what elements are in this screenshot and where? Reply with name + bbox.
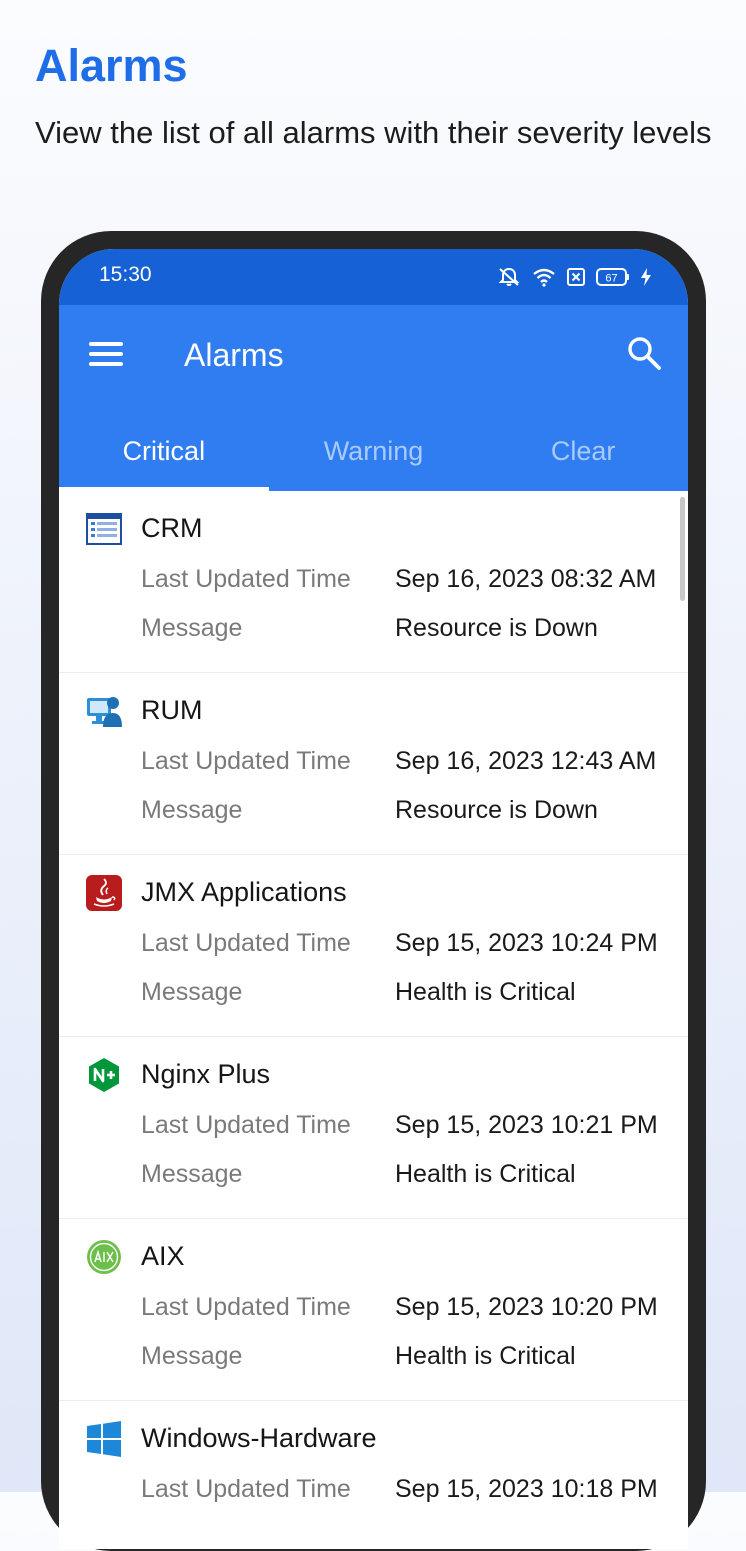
java-icon (86, 875, 122, 911)
last-updated-value: Sep 15, 2023 10:18 PM (395, 1475, 658, 1503)
message-label: Message (141, 614, 243, 642)
status-time: 15:30 (99, 263, 152, 286)
hamburger-menu-icon[interactable] (89, 340, 125, 370)
status-icons: 67 (496, 265, 652, 289)
battery-level: 67 (605, 273, 617, 285)
mute-icon (498, 267, 520, 286)
message-label: Message (141, 1342, 243, 1370)
sim-icon (567, 268, 585, 286)
message-label: Message (141, 796, 243, 824)
alarm-name: Nginx Plus (141, 1059, 271, 1089)
tab-critical[interactable]: Critical (59, 427, 269, 491)
alarm-name: RUM (141, 695, 203, 725)
app-bar: Alarms Critical Warning Clear (59, 305, 688, 491)
phone-screen: 15:30 67 Alarms Critical Warning Clear C… (59, 249, 688, 1549)
wifi-icon (533, 268, 555, 287)
message-value: Health is Critical (395, 1342, 576, 1370)
phone-frame: 15:30 67 Alarms Critical Warning Clear C… (41, 231, 706, 1551)
crm-icon (86, 513, 122, 545)
last-updated-label: Last Updated Time (141, 747, 351, 775)
last-updated-label: Last Updated Time (141, 1293, 351, 1321)
battery-icon: 67 (596, 268, 629, 286)
last-updated-value: Sep 16, 2023 08:32 AM (395, 565, 657, 593)
message-label: Message (141, 1160, 243, 1188)
last-updated-label: Last Updated Time (141, 565, 351, 593)
alarm-name: AIX (141, 1241, 185, 1271)
tab-warning[interactable]: Warning (269, 427, 479, 491)
search-icon[interactable] (626, 335, 662, 371)
last-updated-value: Sep 16, 2023 12:43 AM (395, 747, 657, 775)
app-title: Alarms (184, 337, 284, 373)
severity-tabs: Critical Warning Clear (59, 427, 688, 491)
alarm-name: Windows-Hardware (141, 1423, 377, 1453)
alarm-name: JMX Applications (141, 877, 347, 907)
alarm-item-windows-hardware[interactable]: Windows-Hardware Last Updated Time Sep 1… (59, 1401, 688, 1549)
rum-icon (87, 697, 122, 727)
charging-icon (641, 268, 651, 286)
message-value: Resource is Down (395, 614, 598, 642)
nginx-plus-icon (89, 1058, 119, 1092)
alarm-item-nginx-plus[interactable]: Nginx Plus Last Updated Time Sep 15, 202… (59, 1037, 688, 1219)
promo-subtitle: View the list of all alarms with their s… (35, 115, 712, 150)
last-updated-label: Last Updated Time (141, 1111, 351, 1139)
alarm-item-rum[interactable]: RUM Last Updated Time Sep 16, 2023 12:43… (59, 673, 688, 855)
alarm-list: CRM Last Updated Time Sep 16, 2023 08:32… (59, 491, 688, 1549)
last-updated-value: Sep 15, 2023 10:24 PM (395, 929, 658, 957)
message-value: Resource is Down (395, 796, 598, 824)
promo-title: Alarms (35, 40, 188, 91)
message-value: Health is Critical (395, 978, 576, 1006)
status-bar: 15:30 67 (59, 249, 688, 305)
windows-icon (87, 1421, 121, 1457)
tab-clear[interactable]: Clear (478, 427, 688, 491)
message-value: Health is Critical (395, 1160, 576, 1188)
message-label: Message (141, 978, 243, 1006)
alarm-name: CRM (141, 513, 203, 543)
alarm-item-jmx-applications[interactable]: JMX Applications Last Updated Time Sep 1… (59, 855, 688, 1037)
last-updated-label: Last Updated Time (141, 929, 351, 957)
last-updated-label: Last Updated Time (141, 1475, 351, 1503)
alarm-item-aix[interactable]: AIX Last Updated Time Sep 15, 2023 10:20… (59, 1219, 688, 1401)
last-updated-value: Sep 15, 2023 10:21 PM (395, 1111, 658, 1139)
last-updated-value: Sep 15, 2023 10:20 PM (395, 1293, 658, 1321)
aix-icon (87, 1240, 121, 1274)
list-scrollbar[interactable] (680, 497, 685, 601)
alarm-item-crm[interactable]: CRM Last Updated Time Sep 16, 2023 08:32… (59, 491, 688, 673)
